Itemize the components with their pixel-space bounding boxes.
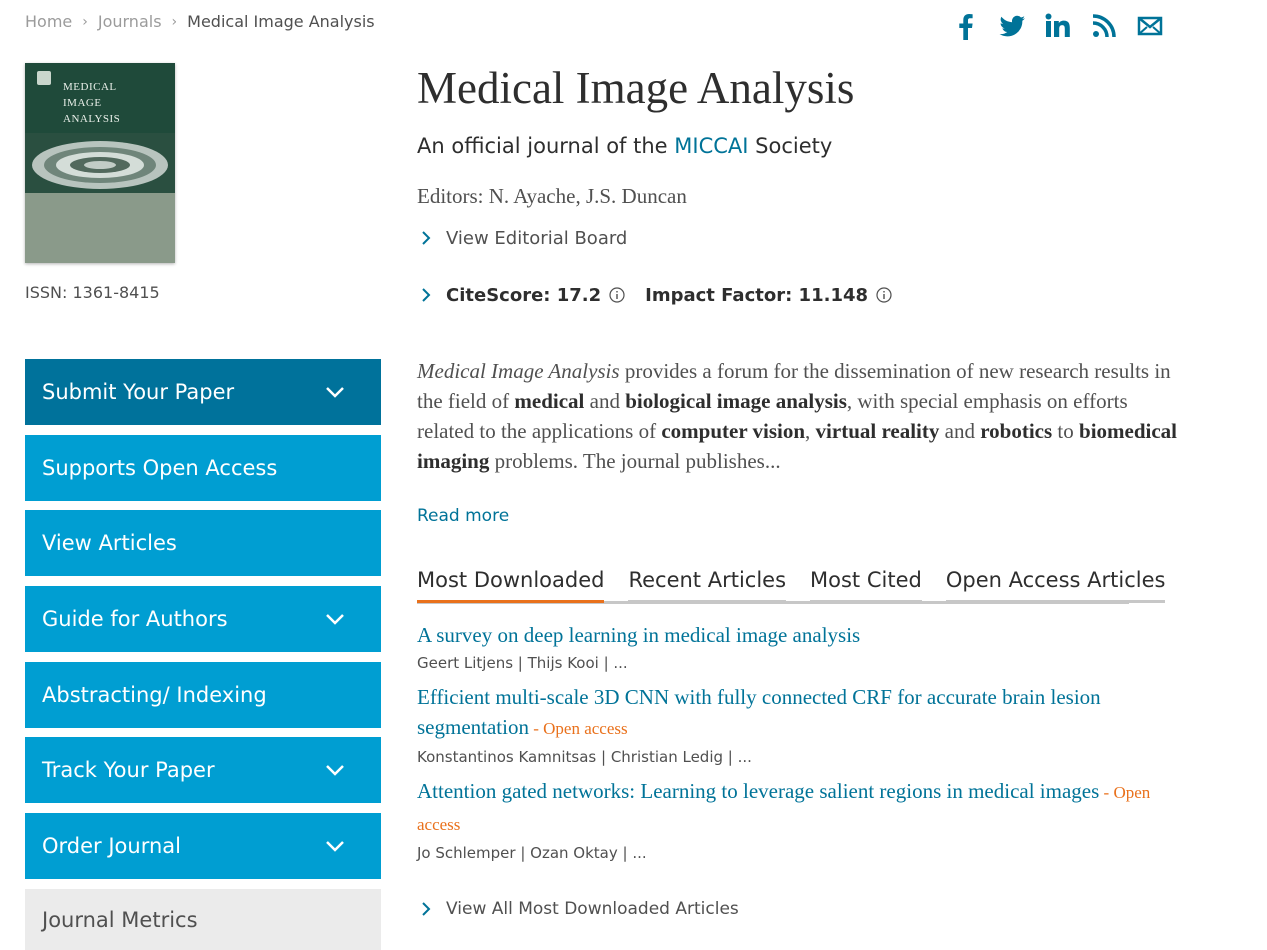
social-share-bar (950, 10, 1166, 42)
sidebar-item-guide-for-authors[interactable]: Guide for Authors (25, 586, 381, 652)
cover-brain-image (25, 133, 175, 193)
journal-cover-image[interactable]: MEDICAL IMAGE ANALYSIS (25, 63, 175, 263)
view-all-label: View All Most Downloaded Articles (446, 899, 739, 919)
chevron-down-icon (326, 841, 344, 852)
tab-recent-articles[interactable]: Recent Articles (628, 568, 787, 603)
rss-icon[interactable] (1088, 10, 1120, 42)
sidebar-item-label: Guide for Authors (42, 607, 228, 631)
sidebar-item-supports-open-access[interactable]: Supports Open Access (25, 435, 381, 501)
journal-subtitle: An official journal of the MICCAI Societ… (417, 134, 832, 158)
impact-factor: Impact Factor: 11.148 (645, 284, 869, 306)
info-icon[interactable] (609, 287, 625, 303)
article-authors: Konstantinos Kamnitsas | Christian Ledig… (417, 748, 752, 766)
journal-metrics-summary[interactable]: CiteScore: 17.2 Impact Factor: 11.148 (420, 284, 912, 306)
tab-most-downloaded[interactable]: Most Downloaded (417, 568, 605, 603)
chevron-down-icon (326, 387, 344, 398)
view-all-most-downloaded-link[interactable]: View All Most Downloaded Articles (420, 898, 739, 920)
read-more-link[interactable]: Read more (417, 506, 509, 526)
subtitle-text: Society (748, 134, 833, 158)
tab-most-cited[interactable]: Most Cited (810, 568, 922, 603)
sidebar-item-label: Order Journal (42, 834, 181, 858)
open-access-badge: - Open access (528, 719, 628, 738)
breadcrumb-home-link[interactable]: Home (25, 12, 72, 31)
list-item: Attention gated networks: Learning to le… (417, 776, 1177, 862)
chevron-right-icon (422, 902, 431, 916)
facebook-icon[interactable] (950, 10, 982, 42)
editorial-board-label: View Editorial Board (446, 227, 628, 249)
twitter-icon[interactable] (996, 10, 1028, 42)
breadcrumb-journals-link[interactable]: Journals (98, 12, 162, 31)
sidebar-item-journal-metrics[interactable]: Journal Metrics (25, 889, 381, 950)
article-list: A survey on deep learning in medical ima… (417, 620, 1177, 872)
chevron-down-icon (326, 765, 344, 776)
citescore: CiteScore: 17.2 (446, 284, 602, 306)
editors: Editors: N. Ayache, J.S. Duncan (417, 184, 687, 208)
chevron-right-icon (422, 231, 431, 245)
tab-open-access-articles[interactable]: Open Access Articles (945, 568, 1166, 603)
view-editorial-board-link[interactable]: View Editorial Board (420, 227, 627, 249)
cover-title: MEDICAL IMAGE ANALYSIS (63, 81, 121, 125)
article-authors: Geert Litjens | Thijs Kooi | ... (417, 654, 628, 672)
sidebar-item-abstracting-indexing[interactable]: Abstracting/ Indexing (25, 662, 381, 728)
sidebar-item-label: Supports Open Access (42, 456, 278, 480)
page-title: Medical Image Analysis (417, 63, 855, 113)
sidebar-item-track-your-paper[interactable]: Track Your Paper (25, 737, 381, 803)
email-icon[interactable] (1134, 10, 1166, 42)
sidebar-item-submit-your-paper[interactable]: Submit Your Paper (25, 359, 381, 425)
miccai-link[interactable]: MICCAI (674, 134, 748, 158)
article-title-link[interactable]: A survey on deep learning in medical ima… (417, 623, 860, 647)
list-item: A survey on deep learning in medical ima… (417, 620, 1177, 672)
info-icon[interactable] (876, 287, 892, 303)
linkedin-icon[interactable] (1042, 10, 1074, 42)
article-authors: Jo Schlemper | Ozan Oktay | ... (417, 844, 647, 862)
chevron-right-icon (422, 288, 431, 302)
sidebar-item-label: Journal Metrics (42, 907, 198, 932)
sidebar-item-label: Abstracting/ Indexing (42, 683, 267, 707)
breadcrumb-current: Medical Image Analysis (187, 12, 375, 31)
article-tabs: Most Downloaded Recent Articles Most Cit… (417, 568, 1189, 603)
issn: ISSN: 1361-8415 (25, 283, 160, 302)
article-title-link[interactable]: Efficient multi-scale 3D CNN with fully … (417, 685, 1101, 739)
breadcrumb-separator-icon: › (171, 13, 178, 30)
list-item: Efficient multi-scale 3D CNN with fully … (417, 682, 1177, 766)
subtitle-text: An official journal of the (417, 134, 675, 158)
sidebar-item-order-journal[interactable]: Order Journal (25, 813, 381, 879)
chevron-down-icon (326, 614, 344, 625)
breadcrumb-separator-icon: › (82, 13, 88, 30)
sidebar-item-view-articles[interactable]: View Articles (25, 510, 381, 576)
sidebar-item-label: Track Your Paper (42, 758, 215, 782)
sidebar-item-label: Submit Your Paper (42, 380, 235, 404)
article-title-link[interactable]: Attention gated networks: Learning to le… (417, 779, 1099, 803)
breadcrumb: Home › Journals › Medical Image Analysis (25, 12, 375, 31)
journal-description: Medical Image Analysis provides a forum … (417, 359, 1178, 473)
elsevier-logo-icon (37, 71, 51, 85)
sidebar-item-label: View Articles (42, 531, 177, 555)
